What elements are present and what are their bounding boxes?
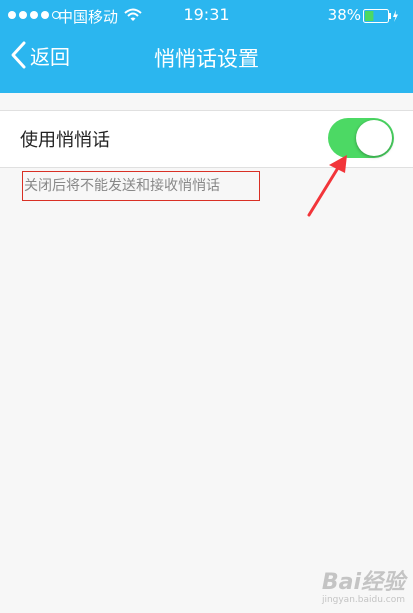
whisper-description: 关闭后将不能发送和接收悄悄话: [22, 171, 260, 201]
toggle-knob: [356, 120, 392, 156]
watermark: Bai经验 jingyan.baidu.com: [321, 570, 405, 606]
annotation-arrow: [307, 155, 347, 217]
watermark-url: jingyan.baidu.com: [321, 595, 405, 605]
battery-icon: [363, 9, 398, 23]
page-title: 悄悄话设置: [154, 47, 259, 71]
whisper-toggle[interactable]: [328, 118, 394, 158]
watermark-brand: Bai经验: [321, 570, 405, 595]
whisper-label: 使用悄悄话: [20, 130, 110, 151]
settings-content: 使用悄悄话 关闭后将不能发送和接收悄悄话 Bai经验 jingyan.baidu…: [0, 93, 413, 613]
nav-bar: 返回 悄悄话设置: [0, 30, 413, 93]
header: 中国移动 19:31 38% 返回 悄悄话设置: [0, 0, 413, 93]
battery-fill: [365, 11, 374, 21]
status-bar: 中国移动 19:31 38%: [0, 0, 413, 30]
battery-percent: 38%: [327, 6, 361, 24]
charging-icon: [393, 10, 398, 22]
